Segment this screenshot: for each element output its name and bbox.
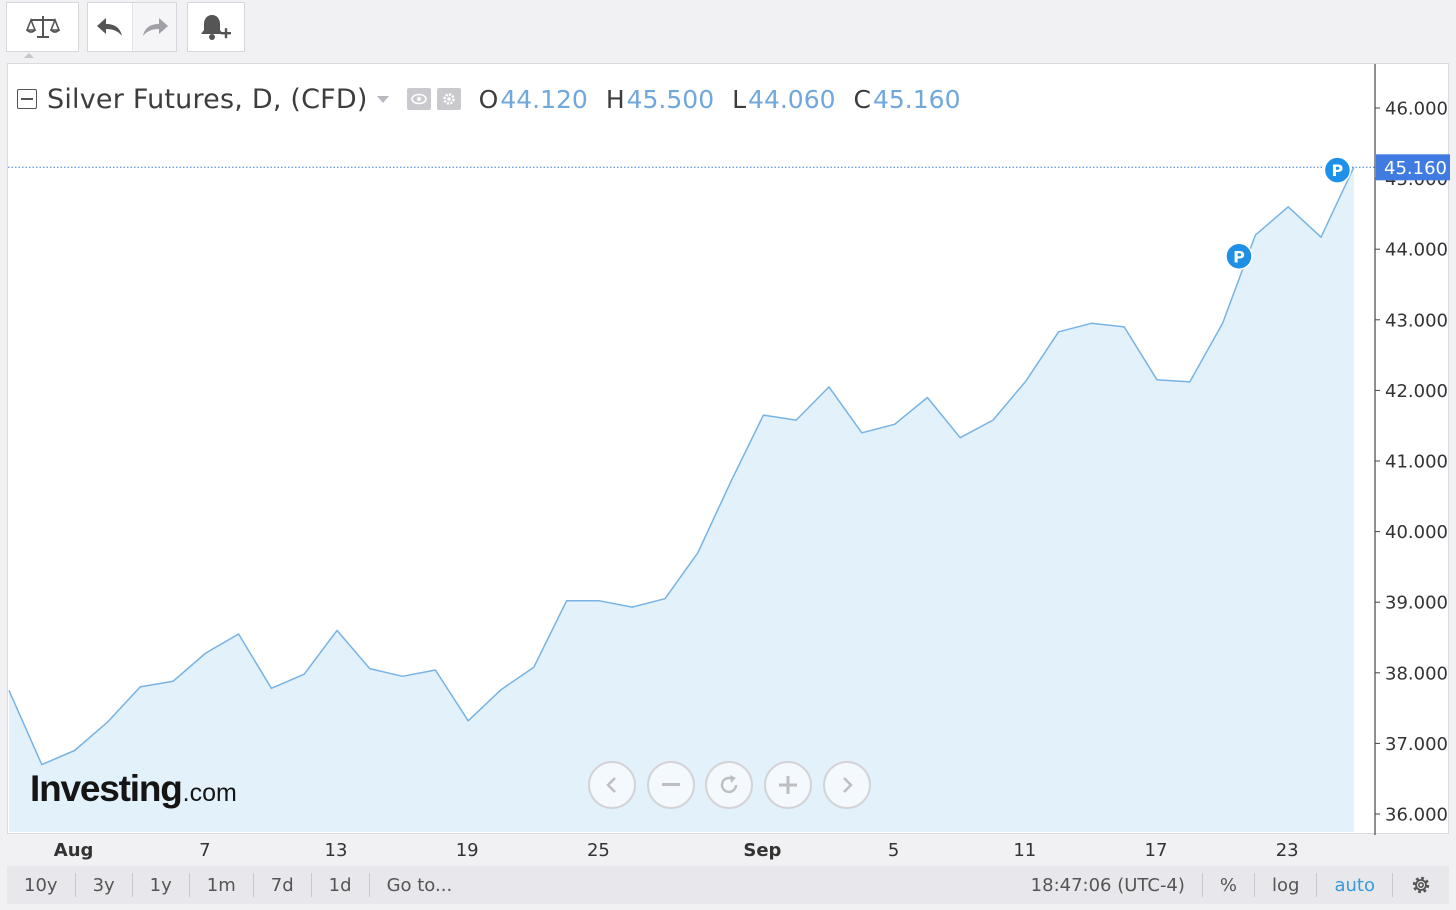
x-tick-label: Sep	[743, 840, 782, 861]
chevron-left-icon	[606, 777, 616, 793]
close-label: C	[853, 84, 871, 114]
open-value: 44.120	[500, 84, 588, 114]
close-value: 45.160	[873, 84, 961, 114]
range-7d-button[interactable]: 7d	[254, 873, 312, 897]
x-tick-label: 13	[324, 840, 348, 861]
chart-settings-button[interactable]	[1392, 873, 1449, 897]
minus-icon	[662, 783, 680, 786]
x-tick-label: 7	[199, 840, 211, 861]
eye-icon[interactable]	[406, 88, 431, 110]
go-to-date-button[interactable]: Go to...	[370, 873, 470, 897]
current-price-label: 45.160	[1384, 158, 1447, 179]
y-tick-label: 46.000	[1385, 99, 1448, 120]
redo-button[interactable]	[132, 3, 176, 51]
x-tick-label: 19	[455, 840, 479, 861]
zoom-in-button[interactable]	[764, 761, 812, 809]
event-marker-label: P	[1332, 161, 1344, 180]
y-tick-label: 36.000	[1385, 805, 1448, 826]
gear-icon	[1412, 876, 1430, 894]
chevron-right-icon	[843, 777, 853, 793]
undo-arrow-icon	[97, 18, 122, 36]
y-tick-label: 38.000	[1385, 663, 1448, 684]
range-1y-button[interactable]: 1y	[133, 873, 190, 897]
x-tick-label: 5	[887, 840, 900, 861]
high-value: 45.500	[626, 84, 715, 114]
range-1d-button[interactable]: 1d	[312, 873, 370, 897]
percent-scale-toggle[interactable]: %	[1201, 873, 1254, 897]
area-fill	[9, 167, 1354, 833]
x-tick-label: 17	[1144, 840, 1168, 861]
y-tick-label: 41.000	[1385, 452, 1448, 473]
symbol-dropdown-icon[interactable]	[376, 95, 389, 103]
y-tick-label: 43.000	[1385, 310, 1448, 331]
timezone-clock[interactable]: 18:47:06 (UTC-4)	[1014, 873, 1202, 897]
y-tick-label: 37.000	[1385, 734, 1448, 755]
undo-redo-group	[87, 2, 177, 52]
bell-plus-icon	[201, 15, 231, 40]
chart-app: 36.000 37.000 38.000 39.000 40.000 41.000 42.0…	[0, 0, 1456, 910]
add-alert-button[interactable]	[187, 2, 245, 52]
bottom-right-controls: 18:47:06 (UTC-4) % log auto	[1014, 866, 1449, 904]
chart-pane[interactable]: 36.000 37.000 38.000 39.000 40.000 41.000 42.0…	[7, 63, 1450, 835]
plus-icon	[779, 776, 797, 794]
toolbar-caret-icon	[24, 53, 34, 58]
x-tick-label: Aug	[53, 840, 94, 861]
series-legend: Silver Futures, D, (CFD) O 44.120 H 45.5…	[17, 84, 979, 115]
zoom-out-button[interactable]	[647, 761, 695, 809]
open-label: O	[478, 84, 499, 114]
y-tick-label: 40.000	[1385, 522, 1448, 543]
y-tick-label: 44.000	[1385, 240, 1448, 261]
reset-icon	[720, 775, 738, 794]
x-tick-label: 25	[586, 840, 610, 861]
range-3y-button[interactable]: 3y	[76, 873, 133, 897]
symbol-title[interactable]: Silver Futures, D, (CFD)	[47, 84, 368, 115]
y-tick-label: 39.000	[1385, 593, 1448, 614]
low-label: L	[732, 84, 747, 114]
log-scale-toggle[interactable]: log	[1254, 873, 1316, 897]
investing-logo: Investing .com	[30, 768, 237, 809]
collapse-legend-button[interactable]	[17, 89, 37, 109]
settings-small-icon[interactable]	[436, 88, 461, 110]
high-label: H	[605, 84, 625, 114]
low-value: 44.060	[748, 84, 836, 114]
price-chart[interactable]: 36.000 37.000 38.000 39.000 40.000 41.000 42.0…	[8, 64, 1450, 835]
y-tick-label: 42.000	[1385, 381, 1448, 402]
ohlc-values: O 44.120 H 45.500 L 44.060 C 45.160	[479, 85, 979, 114]
scroll-right-button[interactable]	[823, 761, 871, 809]
range-1m-button[interactable]: 1m	[190, 873, 254, 897]
x-tick-label: 23	[1275, 840, 1299, 861]
scroll-left-button[interactable]	[588, 761, 636, 809]
reset-chart-button[interactable]	[705, 761, 753, 809]
auto-scale-toggle[interactable]: auto	[1316, 873, 1392, 897]
bottom-toolbar: 10y 3y 1y 1m 7d 1d Go to... 18:47:06 (UT…	[7, 866, 1449, 904]
x-tick-label: 11	[1013, 840, 1037, 861]
range-10y-button[interactable]: 10y	[7, 873, 76, 897]
event-marker-label: P	[1233, 247, 1245, 266]
undo-button[interactable]	[88, 3, 132, 51]
redo-arrow-icon	[142, 18, 168, 36]
scale-icon	[25, 16, 60, 38]
compare-button[interactable]	[6, 2, 79, 52]
